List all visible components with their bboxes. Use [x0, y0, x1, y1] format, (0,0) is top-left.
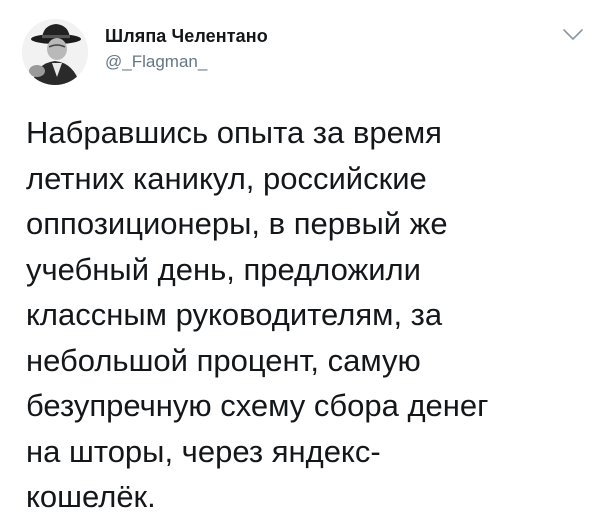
person-in-hat-avatar-icon	[22, 19, 88, 85]
tweet-text-line: на шторы, через яндекс-	[26, 433, 381, 469]
author-handle[interactable]: @_Flagman_	[105, 52, 207, 72]
tweet-text-line: летних каникул, российские	[26, 160, 427, 196]
tweet-card: Шляпа Челентано @_Flagman_ Набравшись оп…	[0, 0, 604, 530]
tweet-text-line: классным руководителям, за	[26, 297, 443, 332]
tweet-text-line: кошелёк.	[26, 479, 156, 514]
tweet-text: Набравшись опыта за время летних каникул…	[26, 110, 586, 520]
author-display-name[interactable]: Шляпа Челентано	[105, 26, 268, 47]
tweet-text-line: безупречную схему сбора денег	[26, 388, 489, 423]
chevron-down-icon[interactable]	[562, 28, 584, 42]
tweet-text-line: учебный день, предложили	[26, 251, 421, 287]
avatar[interactable]	[22, 19, 88, 85]
tweet-text-line: Набравшись опыта за время	[26, 115, 442, 150]
tweet-text-line: небольшой процент, самую	[26, 342, 421, 378]
tweet-text-line: оппозиционеры, в первый же	[26, 206, 448, 241]
